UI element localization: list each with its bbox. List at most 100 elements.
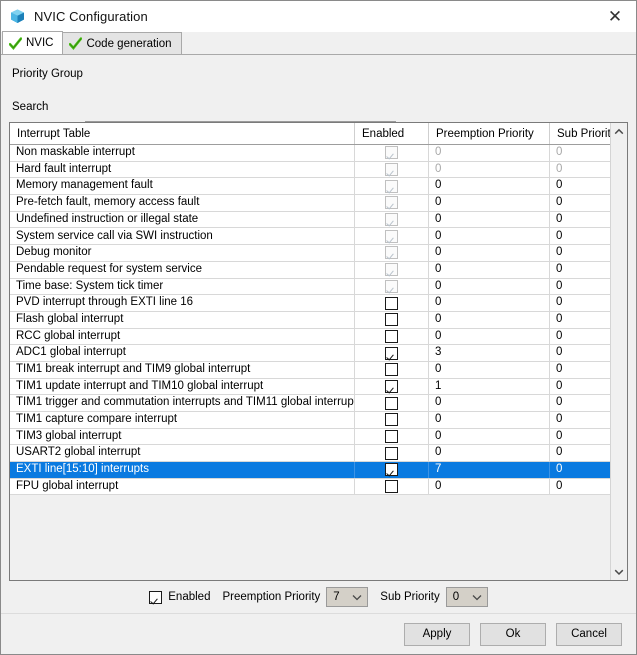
- row-enabled-checkbox[interactable]: [385, 396, 398, 410]
- cell-preemption-priority[interactable]: 0: [429, 328, 550, 345]
- table-row[interactable]: Debug monitor 0 0: [10, 245, 610, 262]
- cell-sub-priority[interactable]: 0: [550, 362, 610, 378]
- column-header-interrupt-table[interactable]: Interrupt Table: [10, 123, 355, 144]
- ok-button[interactable]: Ok: [480, 622, 546, 646]
- table-rows-container[interactable]: Non maskable interrupt 0 0 Hard fault inter…: [10, 145, 610, 580]
- cell-preemption-priority[interactable]: 0: [429, 178, 550, 195]
- cell-sub-priority[interactable]: 0: [550, 412, 610, 428]
- table-row[interactable]: TIM1 update interrupt and TIM10 global i…: [10, 378, 610, 396]
- cell-enabled[interactable]: [355, 328, 429, 345]
- cell-enabled[interactable]: [355, 228, 429, 245]
- row-enabled-checkbox[interactable]: [385, 346, 398, 360]
- cell-sub-priority[interactable]: 0: [550, 329, 610, 345]
- cell-preemption-priority[interactable]: 0: [429, 211, 550, 228]
- cell-preemption-priority[interactable]: 0: [429, 228, 550, 245]
- cell-sub-priority[interactable]: 0: [550, 295, 610, 311]
- cell-enabled[interactable]: [355, 395, 429, 411]
- row-enabled-checkbox[interactable]: [385, 446, 398, 460]
- cell-enabled[interactable]: [355, 195, 429, 211]
- cell-preemption-priority[interactable]: 0: [429, 145, 550, 161]
- scrollbar-track[interactable]: [611, 140, 628, 563]
- tab-code-generation[interactable]: Code generation: [62, 32, 182, 54]
- cell-sub-priority[interactable]: 0: [550, 479, 610, 495]
- table-row[interactable]: PVD interrupt through EXTI line 16 0 0: [10, 295, 610, 312]
- column-header-enabled[interactable]: Enabled: [355, 123, 429, 144]
- cell-sub-priority[interactable]: 0: [550, 162, 610, 178]
- cell-sub-priority[interactable]: 0: [550, 312, 610, 328]
- cell-sub-priority[interactable]: 0: [550, 379, 610, 395]
- cell-sub-priority[interactable]: 0: [550, 395, 610, 411]
- cell-sub-priority[interactable]: 0: [550, 462, 610, 478]
- cell-enabled[interactable]: [355, 261, 429, 278]
- cell-preemption-priority[interactable]: 0: [429, 161, 550, 178]
- editor-sub-priority-select[interactable]: 0: [445, 587, 488, 607]
- table-row[interactable]: ADC1 global interrupt 3 0: [10, 345, 610, 362]
- cell-preemption-priority[interactable]: 0: [429, 245, 550, 261]
- cell-preemption-priority[interactable]: 0: [429, 361, 550, 378]
- chevron-down-icon[interactable]: [611, 563, 628, 580]
- cell-sub-priority[interactable]: 0: [550, 279, 610, 295]
- cell-enabled[interactable]: [355, 345, 429, 361]
- cell-enabled[interactable]: [355, 478, 429, 495]
- row-enabled-checkbox[interactable]: [385, 413, 398, 427]
- cell-enabled[interactable]: [355, 161, 429, 178]
- cell-preemption-priority[interactable]: 3: [429, 345, 550, 361]
- cell-enabled[interactable]: [355, 378, 429, 395]
- column-header-preemption-priority[interactable]: Preemption Priority: [429, 123, 550, 144]
- row-enabled-checkbox[interactable]: [385, 480, 398, 494]
- table-row[interactable]: Pre-fetch fault, memory access fault 0 0: [10, 195, 610, 212]
- cell-enabled[interactable]: [355, 311, 429, 328]
- row-enabled-checkbox[interactable]: [385, 363, 398, 377]
- close-icon[interactable]: ✕: [600, 4, 630, 28]
- table-row[interactable]: Undefined instruction or illegal state 0 0: [10, 211, 610, 229]
- table-row[interactable]: TIM3 global interrupt 0 0: [10, 428, 610, 446]
- apply-button[interactable]: Apply: [404, 622, 470, 646]
- row-enabled-checkbox[interactable]: [385, 430, 398, 444]
- cell-enabled[interactable]: [355, 295, 429, 311]
- row-enabled-checkbox[interactable]: [385, 329, 398, 343]
- row-enabled-checkbox[interactable]: [385, 463, 398, 477]
- row-enabled-checkbox[interactable]: [385, 296, 398, 310]
- cancel-button[interactable]: Cancel: [556, 622, 622, 646]
- cell-preemption-priority[interactable]: 7: [429, 462, 550, 478]
- cell-enabled[interactable]: [355, 211, 429, 228]
- cell-sub-priority[interactable]: 0: [550, 262, 610, 278]
- chevron-up-icon[interactable]: [611, 123, 628, 140]
- cell-preemption-priority[interactable]: 0: [429, 278, 550, 295]
- table-vertical-scrollbar[interactable]: [610, 123, 627, 580]
- cell-sub-priority[interactable]: 0: [550, 195, 610, 211]
- cell-preemption-priority[interactable]: 0: [429, 445, 550, 462]
- cell-sub-priority[interactable]: 0: [550, 429, 610, 445]
- table-row[interactable]: USART2 global interrupt 0 0: [10, 445, 610, 463]
- cell-enabled[interactable]: [355, 462, 429, 478]
- cell-preemption-priority[interactable]: 1: [429, 378, 550, 395]
- cell-sub-priority[interactable]: 0: [550, 345, 610, 361]
- cell-sub-priority[interactable]: 0: [550, 245, 610, 261]
- row-enabled-checkbox[interactable]: [385, 313, 398, 327]
- table-row[interactable]: Memory management fault 0 0: [10, 178, 610, 196]
- tab-nvic[interactable]: NVIC: [2, 31, 64, 54]
- table-row[interactable]: FPU global interrupt 0 0: [10, 478, 610, 496]
- editor-enabled-checkbox[interactable]: [149, 590, 163, 604]
- table-row[interactable]: TIM1 trigger and commutation interrupts …: [10, 395, 610, 412]
- cell-enabled[interactable]: [355, 245, 429, 261]
- cell-preemption-priority[interactable]: 0: [429, 478, 550, 495]
- cell-enabled[interactable]: [355, 361, 429, 378]
- cell-sub-priority[interactable]: 0: [550, 228, 610, 244]
- editor-preemption-select[interactable]: 7: [326, 587, 369, 607]
- table-row[interactable]: System service call via SWI instruction 0…: [10, 228, 610, 246]
- table-row[interactable]: Hard fault interrupt 0 0: [10, 161, 610, 179]
- cell-enabled[interactable]: [355, 412, 429, 428]
- table-row[interactable]: TIM1 break interrupt and TIM9 global int…: [10, 361, 610, 379]
- cell-enabled[interactable]: [355, 278, 429, 295]
- cell-enabled[interactable]: [355, 145, 429, 161]
- cell-preemption-priority[interactable]: 0: [429, 395, 550, 411]
- cell-sub-priority[interactable]: 0: [550, 212, 610, 228]
- table-row[interactable]: Time base: System tick timer 0 0: [10, 278, 610, 296]
- table-row[interactable]: Non maskable interrupt 0 0: [10, 145, 610, 162]
- cell-preemption-priority[interactable]: 0: [429, 261, 550, 278]
- cell-enabled[interactable]: [355, 445, 429, 462]
- table-row[interactable]: RCC global interrupt 0 0: [10, 328, 610, 346]
- cell-preemption-priority[interactable]: 0: [429, 428, 550, 445]
- cell-preemption-priority[interactable]: 0: [429, 195, 550, 211]
